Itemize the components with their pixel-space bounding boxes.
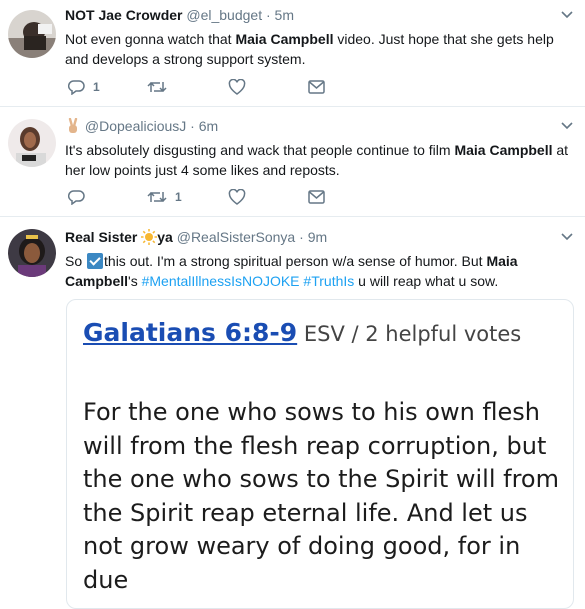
avatar[interactable] <box>8 10 56 58</box>
timestamp[interactable]: 9m <box>308 229 327 245</box>
image-card[interactable]: Galatians 6:8-9 ESV / 2 helpful votes Fo… <box>66 299 574 609</box>
verse-text: For the one who sows to his own flesh wi… <box>83 398 559 594</box>
user-handle[interactable]: @el_budget <box>186 7 262 23</box>
tweet-text: So this out. I'm a strong spiritual pers… <box>65 253 518 289</box>
timestamp[interactable]: 5m <box>275 7 294 23</box>
tweet[interactable]: NOT Jae Crowder @el_budget · 5m Not even… <box>0 0 585 107</box>
sun-icon <box>141 229 158 245</box>
reply-button[interactable] <box>68 189 85 205</box>
separator-dot: · <box>190 118 195 134</box>
tweet-text: Not even gonna watch that Maia Campbell … <box>65 31 554 67</box>
display-name[interactable]: Real Sister ya <box>65 229 173 245</box>
like-icon <box>228 189 246 205</box>
message-button[interactable] <box>308 190 325 204</box>
tweet-text: It's absolutely disgusting and wack that… <box>65 142 569 178</box>
reply-icon <box>68 79 85 95</box>
message-icon <box>308 190 325 204</box>
mention-keyword: Maia Campbell <box>454 142 553 158</box>
reply-button[interactable]: 1 <box>68 79 100 95</box>
retweet-icon <box>147 79 167 95</box>
reply-icon <box>68 189 85 205</box>
tweet[interactable]: Real Sister ya @RealSisterSonya · 9m So … <box>0 217 585 609</box>
user-handle[interactable]: @DopealiciousJ <box>85 118 186 134</box>
tweet[interactable]: @DopealiciousJ · 6m It's absolutely disg… <box>0 107 585 217</box>
tweet-header: Real Sister ya @RealSisterSonya · 9m <box>65 228 573 247</box>
user-handle[interactable]: @RealSisterSonya <box>177 229 296 245</box>
hashtag-link[interactable]: #MentalIllnessIsNOJOKE <box>142 273 300 289</box>
caret-down-icon[interactable] <box>561 228 573 247</box>
separator-dot: · <box>299 229 304 245</box>
message-button[interactable] <box>308 80 325 94</box>
mention-keyword: Maia Campbell <box>235 31 334 47</box>
retweet-icon <box>147 189 167 205</box>
like-icon <box>228 79 246 95</box>
retweet-count: 1 <box>175 190 182 204</box>
hashtag-link[interactable]: #TruthIs <box>303 273 354 289</box>
message-icon <box>308 80 325 94</box>
tweet-header: @DopealiciousJ · 6m <box>65 117 573 136</box>
like-button[interactable] <box>228 79 246 95</box>
avatar[interactable] <box>8 119 56 167</box>
tweet-header: NOT Jae Crowder @el_budget · 5m <box>65 6 573 25</box>
verse-reference: Galatians 6:8-9 ESV / 2 helpful votes <box>83 316 561 351</box>
caret-down-icon[interactable] <box>561 117 573 136</box>
display-name[interactable]: NOT Jae Crowder <box>65 7 182 23</box>
reply-count: 1 <box>93 80 100 94</box>
check-mark-icon <box>87 253 104 269</box>
retweet-button[interactable]: 1 <box>147 189 182 205</box>
retweet-button[interactable] <box>147 79 167 95</box>
victory-hand-icon <box>65 117 81 134</box>
timestamp[interactable]: 6m <box>199 118 218 134</box>
verse-meta: ESV / 2 helpful votes <box>297 322 522 346</box>
verse-reference-link[interactable]: Galatians 6:8-9 <box>83 318 297 347</box>
separator-dot: · <box>265 7 271 23</box>
like-button[interactable] <box>228 189 246 205</box>
avatar[interactable] <box>8 229 56 277</box>
caret-down-icon[interactable] <box>561 6 573 25</box>
